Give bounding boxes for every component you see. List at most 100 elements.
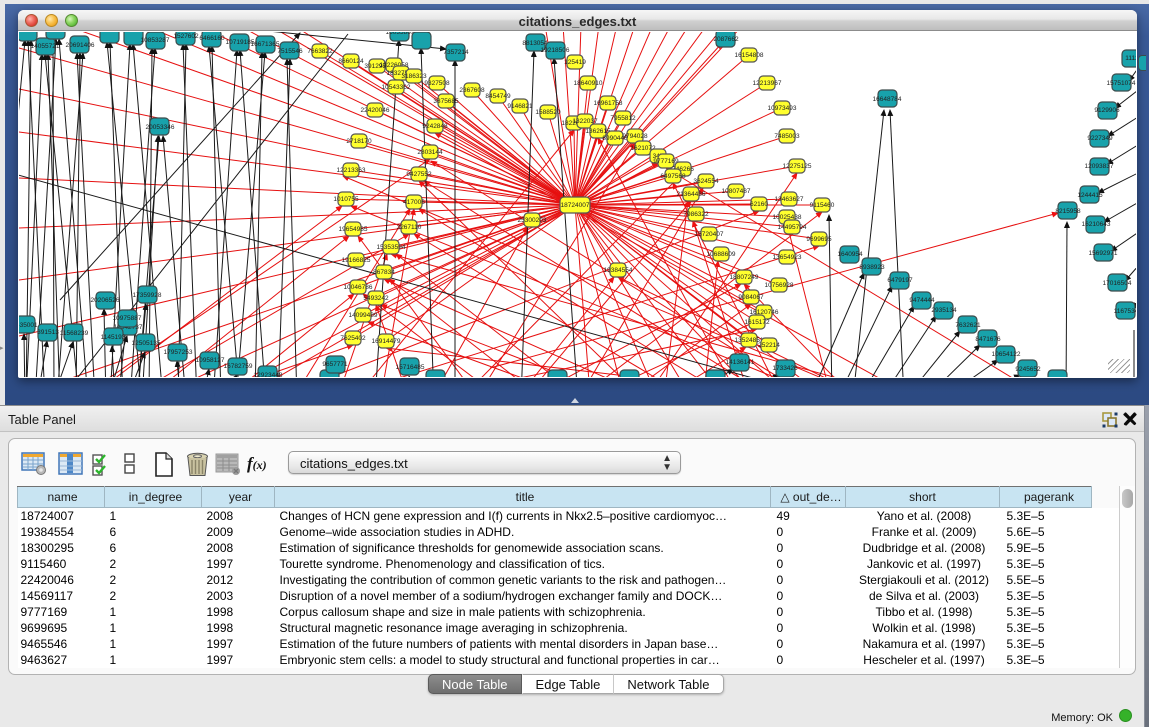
svg-text:10973493: 10973493 bbox=[768, 105, 797, 112]
svg-text:9227349: 9227349 bbox=[1087, 135, 1113, 142]
svg-text:16154808: 16154808 bbox=[735, 52, 764, 59]
svg-text:19218506: 19218506 bbox=[541, 47, 570, 54]
svg-text:8215958: 8215958 bbox=[1055, 208, 1081, 215]
svg-text:16782759: 16782759 bbox=[224, 363, 253, 370]
svg-text:15353594: 15353594 bbox=[377, 244, 406, 251]
svg-text:6479197: 6479197 bbox=[887, 277, 913, 284]
svg-text:125419: 125419 bbox=[564, 59, 586, 66]
svg-text:10853287: 10853287 bbox=[141, 37, 170, 44]
svg-text:8813054: 8813054 bbox=[522, 40, 548, 47]
svg-text:2935134: 2935134 bbox=[931, 307, 957, 314]
svg-text:8938923: 8938923 bbox=[859, 264, 885, 271]
svg-text:10046786: 10046786 bbox=[344, 284, 373, 291]
svg-text:1615172: 1615172 bbox=[744, 319, 770, 326]
svg-text:867834: 867834 bbox=[373, 269, 395, 276]
svg-text:8660124: 8660124 bbox=[338, 58, 364, 65]
svg-text:7663822: 7663822 bbox=[307, 48, 333, 55]
svg-text:1588520: 1588520 bbox=[535, 109, 561, 116]
svg-text:1112: 1112 bbox=[1125, 55, 1136, 62]
svg-text:8454749: 8454749 bbox=[485, 93, 511, 100]
svg-text:252214: 252214 bbox=[758, 342, 780, 349]
svg-text:9699695: 9699695 bbox=[806, 236, 832, 243]
svg-text:7485003: 7485003 bbox=[774, 133, 800, 140]
svg-text:16961758: 16961758 bbox=[594, 100, 623, 107]
svg-text:25300203: 25300203 bbox=[518, 217, 547, 224]
svg-text:5493242: 5493242 bbox=[363, 295, 389, 302]
svg-text:19166825: 19166825 bbox=[342, 257, 371, 264]
svg-text:1527602: 1527602 bbox=[173, 33, 199, 40]
svg-text:13654923: 13654923 bbox=[773, 254, 802, 261]
svg-text:15720407: 15720407 bbox=[695, 231, 724, 238]
svg-text:417006: 417006 bbox=[403, 199, 425, 206]
svg-text:14099489: 14099489 bbox=[349, 312, 378, 319]
svg-text:10975887: 10975887 bbox=[113, 315, 142, 322]
svg-text:7955812: 7955812 bbox=[610, 115, 636, 122]
svg-text:391513: 391513 bbox=[37, 329, 59, 336]
svg-text:2087662: 2087662 bbox=[713, 36, 739, 43]
svg-text:15751074: 15751074 bbox=[1107, 80, 1136, 87]
svg-text:12213967: 12213967 bbox=[753, 80, 782, 87]
svg-text:20206526: 20206526 bbox=[91, 297, 120, 304]
svg-text:14136141: 14136141 bbox=[726, 359, 755, 366]
svg-text:10807487: 10807487 bbox=[722, 188, 751, 195]
svg-text:10543362: 10543362 bbox=[382, 84, 411, 91]
svg-text:2803144: 2803144 bbox=[417, 149, 443, 156]
svg-text:1435001: 1435001 bbox=[19, 322, 38, 329]
svg-text:9657771: 9657771 bbox=[322, 361, 348, 368]
svg-text:1010755: 1010755 bbox=[333, 196, 359, 203]
svg-text:15716485: 15716485 bbox=[396, 364, 425, 371]
svg-text:15692971: 15692971 bbox=[1089, 250, 1118, 257]
svg-text:12923448: 12923448 bbox=[254, 372, 283, 377]
svg-text:12275125: 12275125 bbox=[783, 163, 812, 170]
svg-text:10654122: 10654122 bbox=[992, 351, 1021, 358]
svg-text:9474444: 9474444 bbox=[909, 297, 935, 304]
svg-text:7625402: 7625402 bbox=[340, 335, 366, 342]
svg-text:3267110: 3267110 bbox=[397, 224, 422, 231]
svg-text:3875685: 3875685 bbox=[433, 98, 459, 105]
svg-text:7632621: 7632621 bbox=[955, 322, 981, 329]
svg-text:7515546: 7515546 bbox=[277, 48, 303, 55]
svg-text:6466160: 6466160 bbox=[199, 35, 225, 42]
svg-text:7357214: 7357214 bbox=[443, 49, 469, 56]
svg-text:9794028: 9794028 bbox=[622, 133, 648, 140]
svg-text:17359928: 17359928 bbox=[133, 292, 162, 299]
svg-text:9245652: 9245652 bbox=[1015, 366, 1041, 373]
svg-text:6497568: 6497568 bbox=[660, 173, 686, 180]
svg-text:9427552: 9427552 bbox=[406, 171, 432, 178]
svg-text:1733426: 1733426 bbox=[772, 365, 798, 372]
svg-text:9327508: 9327508 bbox=[424, 80, 450, 87]
svg-text:9129906: 9129906 bbox=[1094, 107, 1120, 114]
svg-text:7986322: 7986322 bbox=[683, 211, 709, 218]
svg-text:16671365: 16671365 bbox=[251, 41, 280, 48]
svg-text:9146821: 9146821 bbox=[507, 103, 533, 110]
svg-text:2367608: 2367608 bbox=[459, 87, 485, 94]
svg-text:20053346: 20053346 bbox=[146, 124, 175, 131]
svg-text:21364436: 21364436 bbox=[677, 191, 706, 198]
svg-text:1167534: 1167534 bbox=[1114, 308, 1136, 315]
svg-text:12505135: 12505135 bbox=[132, 340, 161, 347]
svg-text:18640910: 18640910 bbox=[574, 80, 603, 87]
svg-text:13463627: 13463627 bbox=[775, 196, 804, 203]
svg-text:20691406: 20691406 bbox=[66, 42, 95, 49]
svg-text:14495794: 14495794 bbox=[778, 224, 807, 231]
svg-text:3186323: 3186323 bbox=[401, 73, 427, 80]
svg-text:62160: 62160 bbox=[750, 201, 768, 208]
svg-text:16210643: 16210643 bbox=[1082, 221, 1111, 228]
svg-text:8471676: 8471676 bbox=[975, 336, 1001, 343]
svg-text:10688609: 10688609 bbox=[707, 251, 736, 258]
svg-text:16033809: 16033809 bbox=[386, 32, 415, 36]
svg-text:16648784: 16648784 bbox=[873, 96, 902, 103]
svg-text:10958127: 10958127 bbox=[196, 357, 225, 364]
svg-text:2718170: 2718170 bbox=[346, 138, 372, 145]
svg-text:9084067: 9084067 bbox=[738, 294, 764, 301]
svg-text:10756928: 10756928 bbox=[765, 282, 794, 289]
svg-text:18807249: 18807249 bbox=[730, 274, 759, 281]
svg-text:22420046: 22420046 bbox=[361, 107, 390, 114]
svg-text:19654985: 19654985 bbox=[339, 226, 368, 233]
svg-text:19384554: 19384554 bbox=[604, 267, 633, 274]
svg-text:17016504: 17016504 bbox=[1103, 280, 1132, 287]
svg-text:9115460: 9115460 bbox=[810, 202, 835, 209]
svg-text:11568239: 11568239 bbox=[60, 330, 89, 337]
svg-text:16914479: 16914479 bbox=[372, 338, 401, 345]
svg-text:9242848: 9242848 bbox=[422, 123, 448, 130]
